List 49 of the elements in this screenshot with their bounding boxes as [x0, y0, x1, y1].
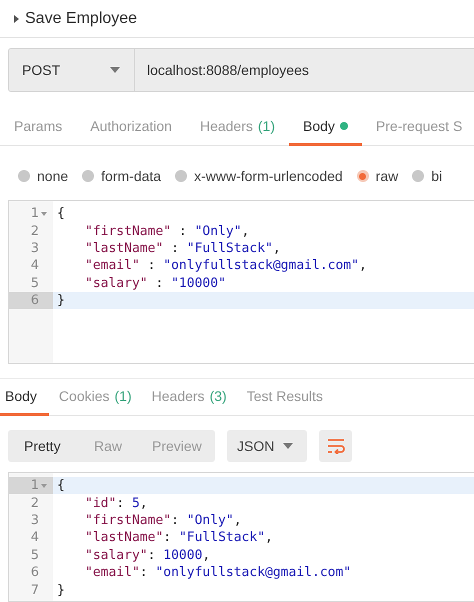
response-tab[interactable]: Body: [0, 379, 49, 416]
code-line: "id": 5,: [84, 494, 149, 512]
radio-button[interactable]: [175, 170, 188, 182]
request-tab[interactable]: Body: [289, 109, 362, 146]
line-number: 1: [30, 478, 39, 494]
line-number: 4: [30, 530, 39, 546]
fold-caret-icon[interactable]: [41, 212, 47, 216]
code-line: "lastName": "FullStack",: [84, 529, 274, 547]
body-type-option[interactable]: raw: [356, 168, 398, 184]
expand-triangle-icon[interactable]: [14, 14, 19, 22]
caret-icon: [110, 67, 120, 73]
code-line: "email" : "onlyfullstack@gmail.com",: [84, 257, 368, 275]
code-line: "lastName" : "FullStack",: [84, 240, 282, 258]
radio-button[interactable]: [412, 170, 424, 182]
line-number: 5: [30, 548, 39, 563]
url-field[interactable]: localhost:8088/employees: [135, 48, 474, 92]
format-dropdown[interactable]: JSON: [227, 430, 307, 462]
view-mode-button[interactable]: Pretty: [8, 438, 78, 454]
line-number: 2: [30, 224, 39, 239]
request-body-editor[interactable]: 1 { 2 "firstName" : "Only", 3 "lastName" : "FullStack", 4 "email" : "onlyfullstack@gmail.com", 5 "salary" : "10000" 6 }: [8, 200, 474, 364]
code-line: {: [56, 205, 66, 222]
line-number: 7: [30, 582, 39, 598]
request-title: Save Employee: [25, 10, 138, 28]
body-type-option[interactable]: none: [18, 168, 68, 184]
fold-caret-icon[interactable]: [41, 484, 47, 488]
code-line: "salary" : "10000": [84, 274, 227, 292]
line-number: 2: [30, 496, 39, 511]
code-line: "firstName" : "Only",: [84, 222, 250, 240]
radio-button[interactable]: [82, 170, 94, 182]
line-number: 3: [30, 240, 39, 256]
line-number: 6: [30, 293, 39, 308]
code-line: }: [56, 582, 66, 599]
caret-icon: [283, 443, 293, 449]
body-type-option[interactable]: form-data: [82, 168, 162, 184]
wrap-icon: [326, 438, 344, 454]
code-line: "salary": 10000,: [84, 546, 212, 564]
line-number: 6: [30, 565, 39, 580]
code-line: "firstName": "Only",: [84, 512, 243, 530]
line-number: 5: [30, 276, 39, 291]
body-type-option[interactable]: bi: [412, 168, 442, 184]
code-line: "email": "onlyfullstack@gmail.com": [84, 564, 352, 582]
body-type-option[interactable]: x-www-form-urlencoded: [175, 168, 343, 184]
line-number: 1: [30, 206, 39, 222]
line-number: 4: [30, 258, 39, 274]
radio-button[interactable]: [356, 170, 369, 182]
line-number: 3: [30, 512, 39, 528]
radio-button[interactable]: [18, 170, 30, 182]
method-dropdown[interactable]: POST: [8, 48, 135, 92]
wrap-lines-button[interactable]: [319, 430, 352, 462]
